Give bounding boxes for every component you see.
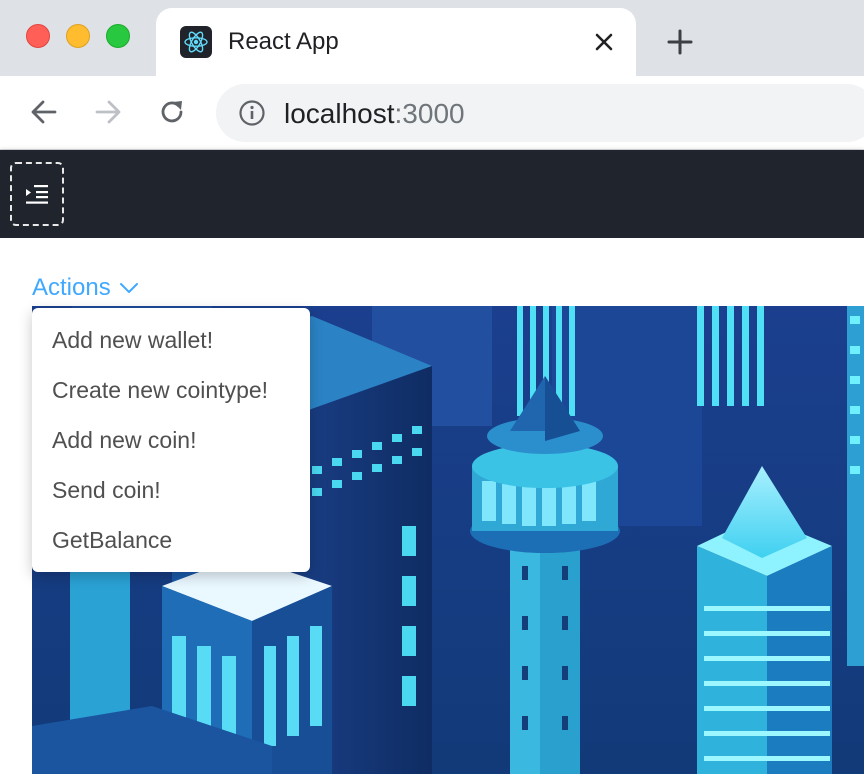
info-icon[interactable] xyxy=(238,99,266,127)
actions-label: Actions xyxy=(32,274,111,301)
close-icon[interactable] xyxy=(588,26,620,58)
url-text[interactable]: localhost:3000 xyxy=(284,98,465,130)
menu-item-get-balance[interactable]: GetBalance xyxy=(32,515,310,565)
app-content: Actions Add new wallet! Create new coint… xyxy=(0,238,864,774)
maximize-window-button[interactable] xyxy=(106,24,130,48)
plus-icon[interactable] xyxy=(660,24,700,60)
browser-toolbar: localhost:3000 xyxy=(0,76,864,150)
browser-tab-bar: React App xyxy=(0,0,864,76)
browser-tab[interactable]: React App xyxy=(156,8,636,76)
minimize-window-button[interactable] xyxy=(66,24,90,48)
arrow-left-icon[interactable] xyxy=(24,92,64,132)
menu-indent-icon[interactable] xyxy=(10,162,64,226)
app-header xyxy=(0,150,864,238)
tab-title: React App xyxy=(228,28,339,55)
menu-item-send-coin[interactable]: Send coin! xyxy=(32,465,310,515)
actions-dropdown-menu: Add new wallet! Create new cointype! Add… xyxy=(32,308,310,572)
menu-item-create-cointype[interactable]: Create new cointype! xyxy=(32,365,310,415)
chevron-down-icon xyxy=(119,283,138,293)
arrow-right-icon[interactable] xyxy=(88,92,128,132)
actions-dropdown-trigger[interactable]: Actions xyxy=(32,274,139,302)
url-host: localhost xyxy=(284,98,395,129)
react-logo-icon xyxy=(180,26,212,58)
close-window-button[interactable] xyxy=(26,24,50,48)
menu-item-add-wallet[interactable]: Add new wallet! xyxy=(32,315,310,365)
reload-icon[interactable] xyxy=(152,92,192,132)
menu-item-add-coin[interactable]: Add new coin! xyxy=(32,415,310,465)
address-bar[interactable]: localhost:3000 xyxy=(216,84,864,142)
url-port: :3000 xyxy=(394,98,465,129)
